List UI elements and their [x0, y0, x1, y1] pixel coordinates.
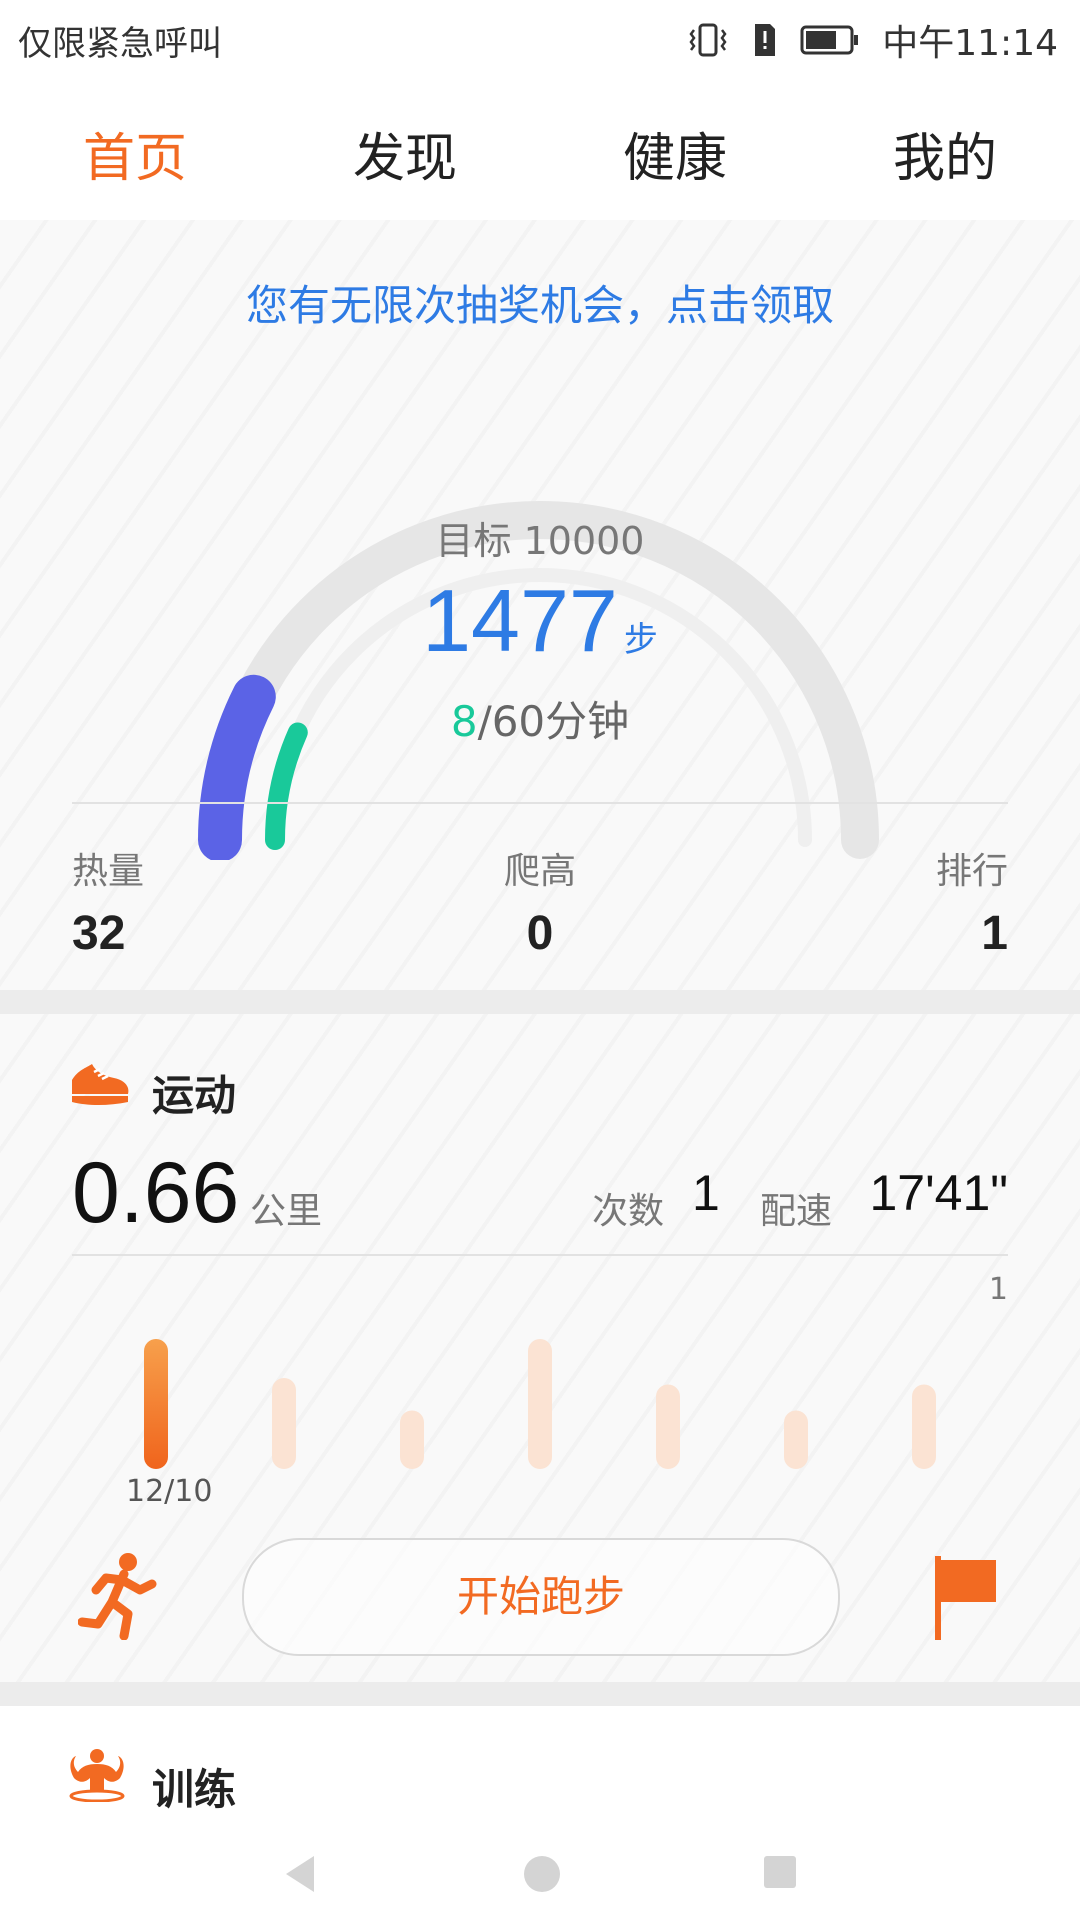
stat-value: 32	[72, 907, 126, 960]
recents-nav-icon[interactable]	[760, 1852, 800, 1896]
tab-home[interactable]: 首页	[0, 116, 270, 191]
step-summary-card: 您有无限次抽奖机会，点击领取 目标 10000 1477 步 8/60分钟 热量 …	[0, 220, 1080, 990]
stat-value: 0	[526, 907, 554, 960]
sport-card: 运动 0.66 公里 次数 1 配速 17'41" 1 12/10 开始跑步	[0, 1014, 1080, 1682]
tab-health[interactable]: 健康	[540, 116, 810, 191]
sport-title: 运动	[152, 1071, 237, 1120]
distance-value: 0.66	[72, 1145, 240, 1241]
status-time: 中午11:14	[882, 23, 1058, 64]
weekly-distance-chart[interactable]	[0, 1314, 1080, 1474]
carrier-text: 仅限紧急呼叫	[18, 24, 222, 64]
summary-divider	[72, 802, 1008, 804]
chart-bar[interactable]	[528, 1339, 552, 1469]
distance-unit: 公里	[250, 1191, 323, 1232]
start-running-button[interactable]: 开始跑步	[242, 1538, 840, 1656]
battery-icon	[800, 24, 860, 56]
stat-value: 1	[981, 907, 1008, 960]
step-count: 1477	[422, 571, 618, 670]
stat-label: 排行	[935, 851, 1008, 892]
chart-bar[interactable]	[272, 1378, 296, 1469]
running-man-icon[interactable]	[77, 1550, 158, 1644]
pace-label: 配速	[760, 1191, 833, 1232]
stat-label: 热量	[72, 851, 145, 892]
active-minutes-done: 8	[450, 697, 478, 746]
sport-divider	[72, 1254, 1008, 1256]
training-title: 训练	[152, 1765, 237, 1814]
active-minutes-goal: /60分钟	[477, 697, 630, 746]
vibrate-icon	[686, 22, 730, 58]
section-gap	[0, 990, 1080, 1014]
stat-calories[interactable]: 热量 32	[72, 842, 272, 961]
system-nav-bar	[0, 1830, 1080, 1920]
step-unit: 步	[623, 620, 658, 660]
tab-discover[interactable]: 发现	[270, 116, 540, 191]
stat-rank[interactable]: 排行 1	[808, 842, 1008, 961]
lottery-promo-link[interactable]: 您有无限次抽奖机会，点击领取	[0, 272, 1080, 333]
stat-climb[interactable]: 爬高 0	[440, 842, 640, 961]
top-tabs: 首页 发现 健康 我的	[0, 76, 1080, 226]
count-label: 次数	[592, 1191, 665, 1232]
step-goal: 目标 10000	[435, 519, 645, 563]
section-gap	[0, 1682, 1080, 1706]
flag-goal-icon[interactable]	[932, 1554, 1002, 1644]
tab-mine[interactable]: 我的	[810, 116, 1080, 191]
status-bar: 仅限紧急呼叫 中午11:14	[0, 0, 1080, 76]
chart-bar[interactable]	[656, 1384, 680, 1470]
chart-bar[interactable]	[912, 1384, 936, 1470]
stat-label: 爬高	[503, 851, 576, 892]
chart-date-label: 12/10	[126, 1474, 213, 1509]
alert-icon	[752, 22, 778, 58]
count-value: 1	[692, 1165, 720, 1221]
chart-max-label: 1	[988, 1272, 1008, 1307]
chart-bar[interactable]	[400, 1410, 424, 1470]
chart-bar[interactable]	[784, 1410, 808, 1470]
sneaker-icon	[68, 1056, 132, 1110]
pace-value: 17'41"	[869, 1165, 1008, 1221]
chart-bar[interactable]	[144, 1339, 168, 1469]
back-nav-icon[interactable]	[280, 1852, 320, 1900]
muscle-icon	[66, 1746, 128, 1806]
home-nav-icon[interactable]	[520, 1852, 564, 1900]
active-minutes: 8/60分钟	[0, 688, 1080, 749]
